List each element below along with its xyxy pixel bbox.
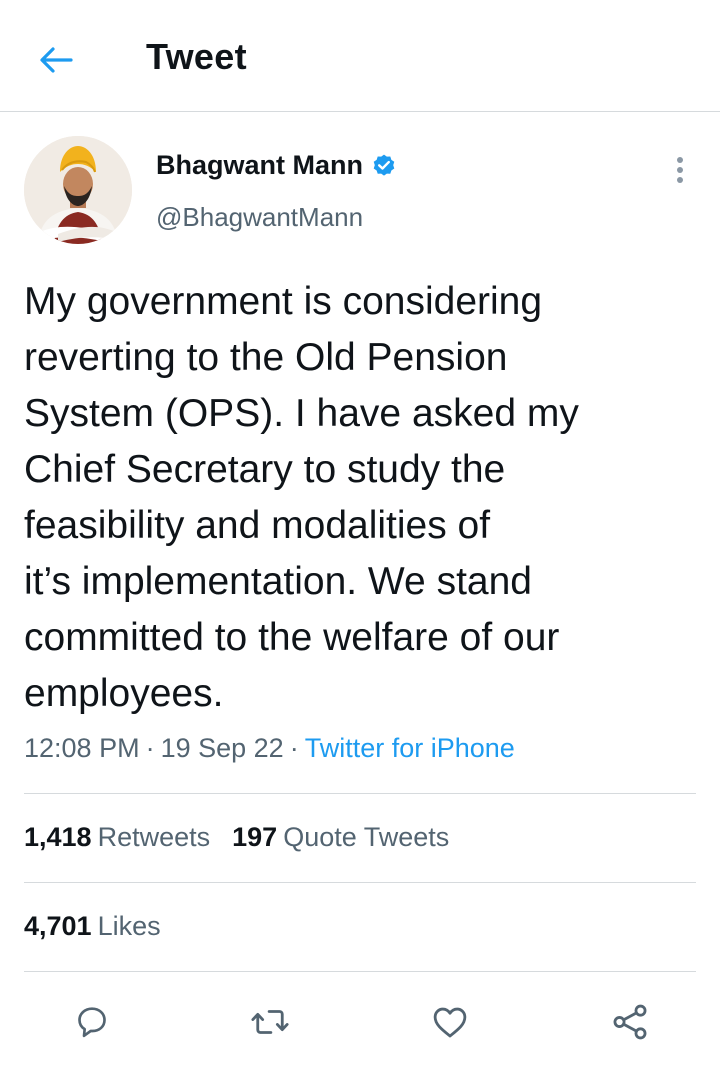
tweet-source-link[interactable]: Twitter for iPhone — [305, 733, 515, 763]
likes-label: Likes — [97, 911, 161, 941]
likes-stat[interactable]: 4,701 Likes — [24, 911, 161, 942]
retweet-button[interactable] — [246, 998, 294, 1046]
meta-separator: · — [289, 733, 299, 763]
divider — [24, 793, 696, 794]
divider — [24, 971, 696, 972]
likes-stats-row: 4,701 Likes — [24, 911, 183, 942]
share-button[interactable] — [606, 998, 654, 1046]
quote-tweets-stat[interactable]: 197 Quote Tweets — [232, 822, 449, 853]
tweet-text: My government is considering reverting t… — [24, 280, 579, 715]
author-name: Bhagwant Mann — [156, 150, 363, 180]
back-button[interactable] — [30, 36, 82, 84]
tweet-actions-bar — [0, 990, 720, 1054]
author-name-row[interactable]: Bhagwant Mann — [156, 150, 397, 181]
tweet-meta: 12:08 PM · 19 Sep 22 · Twitter for iPhone — [24, 733, 515, 764]
retweets-count: 1,418 — [24, 822, 92, 852]
retweet-stats-row: 1,418 Retweets 197 Quote Tweets — [24, 822, 471, 853]
meta-separator: · — [145, 733, 155, 763]
retweets-stat[interactable]: 1,418 Retweets — [24, 822, 210, 853]
more-options-button[interactable] — [664, 150, 696, 190]
quote-tweets-label: Quote Tweets — [283, 822, 450, 852]
tweet-detail-page: Tweet Bhagwant Mann @BhagwantMann My gov… — [0, 0, 720, 1076]
verified-badge-icon — [371, 153, 397, 179]
top-app-bar: Tweet — [0, 0, 720, 112]
like-button[interactable] — [426, 998, 474, 1046]
reply-icon — [78, 1007, 106, 1038]
quote-tweets-count: 197 — [232, 822, 278, 852]
page-title: Tweet — [146, 36, 247, 77]
likes-count: 4,701 — [24, 911, 92, 941]
retweets-label: Retweets — [97, 822, 211, 852]
avatar[interactable] — [24, 136, 132, 244]
arrow-left-icon — [40, 47, 73, 73]
retweet-icon — [251, 1010, 289, 1034]
more-vertical-icon — [677, 157, 683, 183]
divider — [24, 882, 696, 883]
share-icon — [613, 1004, 647, 1040]
heart-icon — [433, 1007, 467, 1038]
tweet-time: 12:08 PM — [24, 733, 140, 763]
avatar-image — [24, 136, 132, 244]
author-handle[interactable]: @BhagwantMann — [156, 202, 363, 233]
tweet-date: 19 Sep 22 — [160, 733, 284, 763]
reply-button[interactable] — [68, 998, 116, 1046]
